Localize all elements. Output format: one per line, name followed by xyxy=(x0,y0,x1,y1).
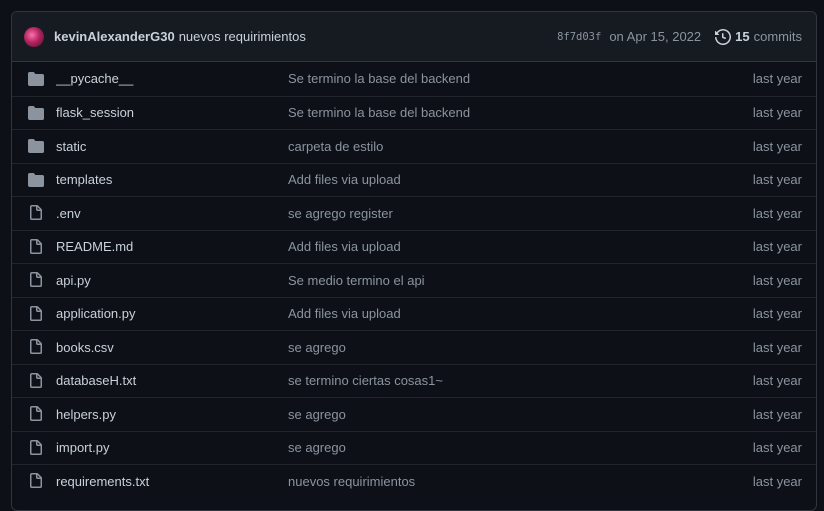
file-name-link[interactable]: static xyxy=(56,139,288,154)
file-icon xyxy=(28,439,44,456)
file-commit-message-link[interactable]: Se termino la base del backend xyxy=(288,71,722,86)
file-row[interactable]: import.py se agrego last year xyxy=(12,430,816,465)
file-commit-age: last year xyxy=(752,440,802,456)
commits-history-link[interactable]: 15 commits xyxy=(715,28,802,45)
file-commit-age: last year xyxy=(752,138,802,154)
file-row[interactable]: api.py Se medio termino el api last year xyxy=(12,263,816,297)
file-icon xyxy=(28,473,44,489)
file-commit-message-link[interactable]: se agrego xyxy=(288,340,722,355)
file-commit-age: last year xyxy=(752,473,802,489)
file-name-link[interactable]: __pycache__ xyxy=(56,71,288,86)
file-row[interactable]: README.md Add files via upload last year xyxy=(12,229,816,264)
file-row[interactable]: books.csv se agrego last year xyxy=(12,330,816,364)
file-row[interactable]: databaseH.txt se termino ciertas cosas1~ l… xyxy=(12,363,816,398)
folder-icon xyxy=(28,105,44,121)
file-commit-age: last year xyxy=(752,373,802,389)
file-icon xyxy=(28,372,44,389)
file-row[interactable]: requirements.txt nuevos requirimientos las… xyxy=(12,464,816,498)
folder-icon xyxy=(28,172,44,188)
file-row[interactable]: helpers.py se agrego last year xyxy=(12,397,816,431)
commit-count: 15 xyxy=(735,29,750,44)
file-commit-age: last year xyxy=(752,339,802,355)
file-icon xyxy=(28,205,44,221)
commit-author-link[interactable]: kevinAlexanderG30 xyxy=(54,29,175,44)
file-name-link[interactable]: books.csv xyxy=(56,340,288,355)
file-row[interactable]: templates Add files via upload last year xyxy=(12,162,816,197)
file-name-link[interactable]: api.py xyxy=(56,273,288,288)
file-row[interactable]: __pycache__ Se termino la base del backen… xyxy=(12,62,816,96)
file-commit-age: last year xyxy=(752,272,802,288)
file-commit-message-link[interactable]: se agrego xyxy=(288,440,722,455)
file-commit-message-link[interactable]: Add files via upload xyxy=(288,172,722,187)
file-icon xyxy=(28,305,44,322)
file-commit-message-link[interactable]: nuevos requirimientos xyxy=(288,474,722,489)
commit-sha-link[interactable]: 8f7d03f xyxy=(557,31,601,43)
file-commit-message-link[interactable]: se termino ciertas cosas1~ xyxy=(288,373,722,388)
file-name-link[interactable]: helpers.py xyxy=(56,407,288,422)
file-commit-message-link[interactable]: Se termino la base del backend xyxy=(288,105,722,120)
latest-commit-bar: kevinAlexanderG30 nuevos requirimientos … xyxy=(12,12,816,62)
file-commit-message-link[interactable]: Add files via upload xyxy=(288,306,722,321)
commit-date: on Apr 15, 2022 xyxy=(609,29,702,44)
folder-icon xyxy=(28,71,44,87)
file-commit-message-link[interactable]: carpeta de estilo xyxy=(288,139,722,154)
file-name-link[interactable]: README.md xyxy=(56,239,288,254)
file-row[interactable]: application.py Add files via upload last y… xyxy=(12,296,816,331)
commit-count-label: commits xyxy=(753,29,802,44)
file-row[interactable]: static carpeta de estilo last year xyxy=(12,129,816,163)
file-icon xyxy=(28,406,44,422)
file-commit-age: last year xyxy=(752,71,802,87)
file-commit-age: last year xyxy=(752,205,802,221)
file-commit-message-link[interactable]: Add files via upload xyxy=(288,239,722,254)
file-commit-message-link[interactable]: se agrego register xyxy=(288,206,722,221)
file-commit-message-link[interactable]: Se medio termino el api xyxy=(288,273,722,288)
file-commit-age: last year xyxy=(752,239,802,255)
history-icon xyxy=(715,28,732,45)
file-name-link[interactable]: templates xyxy=(56,172,288,187)
file-icon xyxy=(28,238,44,255)
file-name-link[interactable]: application.py xyxy=(56,306,288,321)
file-name-link[interactable]: databaseH.txt xyxy=(56,373,288,388)
file-commit-age: last year xyxy=(752,172,802,188)
file-row[interactable]: .env se agrego register last year xyxy=(12,196,816,230)
file-icon xyxy=(28,339,44,355)
commit-message-link[interactable]: nuevos requirimientos xyxy=(179,29,306,44)
file-row[interactable]: flask_session Se termino la base del back… xyxy=(12,95,816,130)
file-commit-message-link[interactable]: se agrego xyxy=(288,407,722,422)
file-name-link[interactable]: flask_session xyxy=(56,105,288,120)
file-icon xyxy=(28,272,44,288)
file-name-link[interactable]: requirements.txt xyxy=(56,474,288,489)
file-commit-age: last year xyxy=(752,105,802,121)
file-commit-age: last year xyxy=(752,306,802,322)
file-name-link[interactable]: .env xyxy=(56,206,288,221)
file-list: __pycache__ Se termino la base del backen… xyxy=(12,62,816,498)
file-browser: kevinAlexanderG30 nuevos requirimientos … xyxy=(11,11,817,511)
avatar[interactable] xyxy=(24,26,44,47)
file-name-link[interactable]: import.py xyxy=(56,440,288,455)
folder-icon xyxy=(28,138,44,154)
file-commit-age: last year xyxy=(752,406,802,422)
